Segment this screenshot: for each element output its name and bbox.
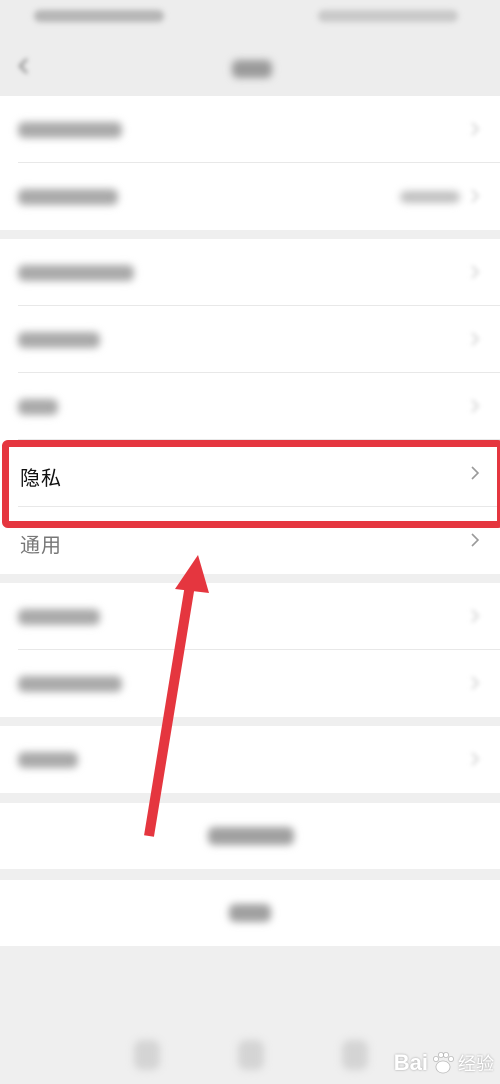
baidu-watermark: Bai 经验 bbox=[394, 1050, 494, 1076]
watermark-text: Bai bbox=[393, 1050, 428, 1075]
watermark-suffix: 经验 bbox=[458, 1054, 494, 1074]
baidu-paw-icon bbox=[433, 1052, 454, 1074]
red-arrow-annotation bbox=[144, 555, 209, 837]
